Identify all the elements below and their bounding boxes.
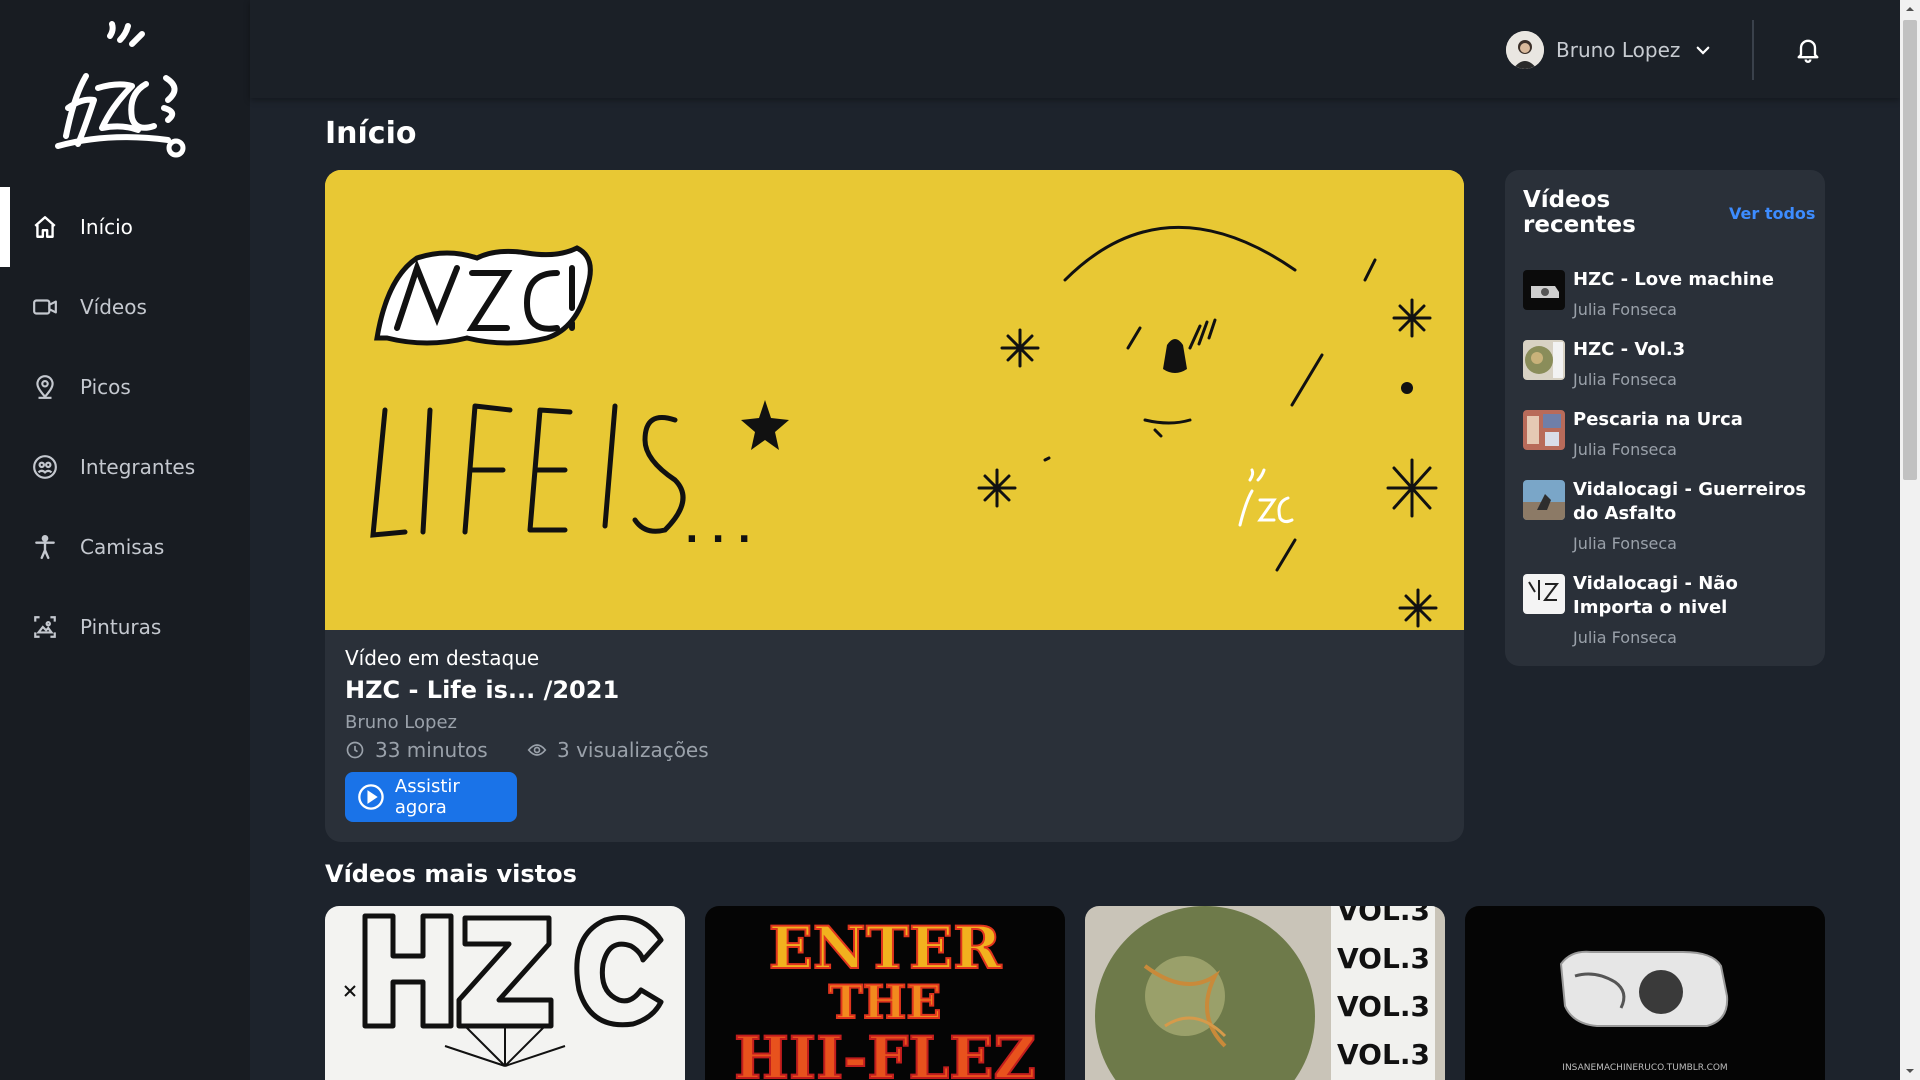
recent-videos-title: Vídeos recentes <box>1523 187 1636 238</box>
most-viewed-card[interactable]: INSANEMACHINERUCO.TUMBLR.COM <box>1465 906 1825 1080</box>
most-viewed-card[interactable] <box>325 906 685 1080</box>
featured-video-card: . . . Vídeo em destaque HZC - Life is...… <box>325 170 1464 842</box>
video-thumbnail: VOL.3 VOL.3 VOL.3 VOL.3 <box>1085 906 1445 1080</box>
sidebar-item-label: Pinturas <box>80 615 162 639</box>
featured-author: Bruno Lopez <box>345 712 457 733</box>
chevron-down-icon[interactable] <box>1694 41 1712 59</box>
play-circle-icon <box>358 784 384 810</box>
video-thumbnail: INSANEMACHINERUCO.TUMBLR.COM <box>1465 906 1825 1080</box>
avatar <box>1506 31 1544 69</box>
sidebar-item-inicio[interactable]: Início <box>0 187 250 267</box>
sidebar-item-picos[interactable]: Picos <box>0 347 250 427</box>
scroll-up-arrow-icon[interactable] <box>1905 4 1915 14</box>
watch-now-label: Assistir agora <box>394 776 460 818</box>
views-text: 3 visualizações <box>557 738 709 762</box>
bell-icon[interactable] <box>1794 34 1822 64</box>
list-item[interactable]: Vidalocagi - Guerreiros do Asfalto Julia… <box>1523 478 1813 556</box>
duration-meta: 33 minutos <box>345 738 488 762</box>
featured-kicker: Vídeo em destaque <box>345 646 540 670</box>
sidebar-item-label: Picos <box>80 375 131 399</box>
most-viewed-title: Vídeos mais vistos <box>325 860 577 888</box>
list-item[interactable]: HZC - Love machine Julia Fonseca <box>1523 268 1813 322</box>
recent-video-author: Julia Fonseca <box>1573 300 1677 319</box>
sidebar-item-label: Integrantes <box>80 455 196 479</box>
svg-text:. . .: . . . <box>685 510 751 551</box>
sidebar-item-videos[interactable]: Vídeos <box>0 267 250 347</box>
header-divider <box>1752 20 1754 80</box>
recent-videos-panel: Vídeos recentes Ver todos HZC - Love mac… <box>1505 170 1825 666</box>
recent-video-title: Vidalocagi - Guerreiros do Asfalto <box>1573 479 1807 524</box>
scroll-down-arrow-icon[interactable] <box>1905 1066 1915 1076</box>
group-icon <box>32 454 58 480</box>
video-thumbnail <box>1523 574 1565 614</box>
sidebar-item-label: Vídeos <box>80 295 147 319</box>
sidebar-item-label: Camisas <box>80 535 165 559</box>
svg-text:INSANEMACHINERUCO.TUMBLR.COM: INSANEMACHINERUCO.TUMBLR.COM <box>1562 1063 1727 1073</box>
svg-text:ENTER: ENTER <box>769 914 1003 982</box>
views-meta: 3 visualizações <box>527 738 709 762</box>
sidebar-item-camisas[interactable]: Camisas <box>0 507 250 587</box>
svg-text:VOL.3: VOL.3 <box>1337 990 1430 1023</box>
video-thumbnail <box>1523 340 1565 380</box>
picture-icon <box>32 614 58 640</box>
video-thumbnail <box>1523 410 1565 450</box>
recent-video-author: Julia Fonseca <box>1573 534 1677 553</box>
recent-video-title: Pescaria na Urca <box>1573 409 1743 430</box>
most-viewed-card[interactable]: VOL.3 VOL.3 VOL.3 VOL.3 <box>1085 906 1445 1080</box>
recent-video-title: HZC - Love machine <box>1573 269 1774 290</box>
recent-video-author: Julia Fonseca <box>1573 440 1677 459</box>
clock-icon <box>346 741 364 759</box>
sidebar: Início Vídeos Picos Integrantes Camisas … <box>0 0 250 1080</box>
svg-text:THE: THE <box>829 975 942 1029</box>
hzc-logo[interactable] <box>48 18 198 168</box>
watch-now-button[interactable]: Assistir agora <box>345 772 517 822</box>
user-menu[interactable]: Bruno Lopez <box>1506 30 1712 70</box>
recent-video-author: Julia Fonseca <box>1573 370 1677 389</box>
recent-video-title: Vidalocagi - Não Importa o nivel <box>1573 573 1738 618</box>
duration-text: 33 minutos <box>375 738 488 762</box>
sidebar-item-label: Início <box>80 215 133 239</box>
svg-text:VOL.3: VOL.3 <box>1337 1038 1430 1071</box>
user-name: Bruno Lopez <box>1556 38 1681 62</box>
video-thumbnail <box>1523 480 1565 520</box>
featured-title[interactable]: HZC - Life is... /2021 <box>345 676 619 704</box>
map-pin-icon <box>32 374 58 400</box>
video-thumbnail <box>325 906 685 1080</box>
see-all-link[interactable]: Ver todos <box>1729 204 1815 223</box>
recent-video-title: HZC - Vol.3 <box>1573 339 1686 360</box>
recent-video-author: Julia Fonseca <box>1573 628 1677 647</box>
sidebar-item-integrantes[interactable]: Integrantes <box>0 427 250 507</box>
video-camera-icon <box>32 294 58 320</box>
scrollbar-thumb[interactable] <box>1903 20 1917 480</box>
video-thumbnail <box>1523 270 1565 310</box>
home-icon <box>32 214 58 240</box>
list-item[interactable]: Vidalocagi - Não Importa o nivel Julia F… <box>1523 572 1813 650</box>
person-icon <box>32 534 58 560</box>
most-viewed-card[interactable]: ENTER THE HII-FLEZ <box>705 906 1065 1080</box>
svg-text:VOL.3: VOL.3 <box>1337 906 1430 927</box>
svg-text:VOL.3: VOL.3 <box>1337 942 1430 975</box>
eye-icon <box>527 744 547 756</box>
list-item[interactable]: HZC - Vol.3 Julia Fonseca <box>1523 338 1813 392</box>
page-title: Início <box>325 116 417 151</box>
featured-video-thumbnail[interactable]: . . . <box>325 170 1464 630</box>
svg-text:HII-FLEZ: HII-FLEZ <box>734 1024 1036 1080</box>
sidebar-item-pinturas[interactable]: Pinturas <box>0 587 250 667</box>
video-thumbnail: ENTER THE HII-FLEZ <box>705 906 1065 1080</box>
list-item[interactable]: Pescaria na Urca Julia Fonseca <box>1523 408 1813 462</box>
